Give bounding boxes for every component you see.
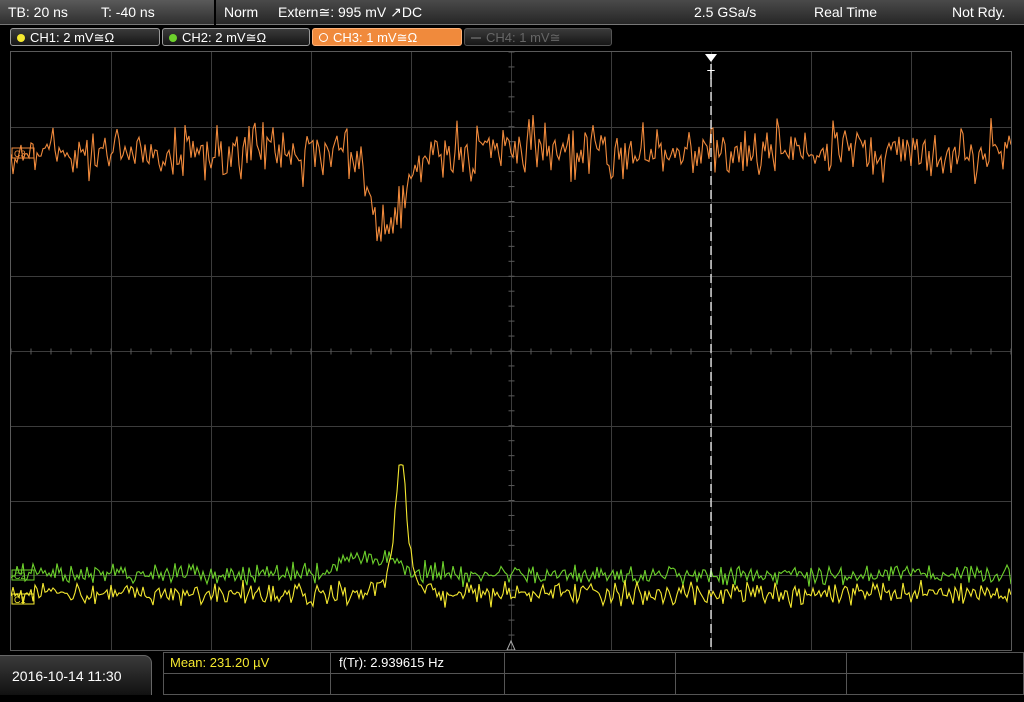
waveform-canvas: T C3 C2 C1 xyxy=(11,52,1011,650)
sample-rate: 2.5 GSa/s xyxy=(694,4,757,20)
mean-measurement[interactable]: Mean: 231.20 µV xyxy=(170,655,269,670)
measurement-grid xyxy=(163,652,1024,695)
tab-ch2[interactable]: CH2: 2 mV≅Ω xyxy=(162,28,310,46)
trigger-arrow-icon[interactable] xyxy=(705,54,717,62)
frequency-measurement[interactable]: f(Tr): 2.939615 Hz xyxy=(339,655,444,670)
ch3-label: CH3: 1 mV≅Ω xyxy=(333,30,418,45)
ch3-offset-label: C3 xyxy=(14,149,26,159)
tab-ch4[interactable]: CH4: 1 mV≅ xyxy=(464,28,612,46)
trigger-marker-label: T xyxy=(707,67,715,82)
waveform-display[interactable]: T C3 C2 C1 xyxy=(10,51,1012,651)
timebase-readout[interactable]: TB: 20 ns xyxy=(8,0,68,24)
ch1-offset-label: C1 xyxy=(14,595,26,605)
timebase-panel[interactable]: TB: 20 ns T: -40 ns xyxy=(0,0,214,25)
acquisition-mode[interactable]: Real Time xyxy=(814,0,877,24)
run-state: Not Rdy. xyxy=(952,4,1006,20)
trigger-status-panel[interactable]: Norm Extern≅: 995 mV ↗DC 2.5 GSa/s Real … xyxy=(216,0,1024,25)
ch4-indicator-icon xyxy=(471,37,481,39)
ch1-label: CH1: 2 mV≅Ω xyxy=(30,30,115,45)
datetime-panel: 2016-10-14 11:30 xyxy=(0,655,152,695)
ch4-label: CH4: 1 mV≅ xyxy=(486,30,561,45)
ch2-offset-label: C2 xyxy=(14,571,26,581)
ch3-indicator-icon xyxy=(319,33,328,42)
ch2-label: CH2: 2 mV≅Ω xyxy=(182,30,267,45)
trigger-source[interactable]: Extern≅: 995 mV ↗DC xyxy=(278,0,422,24)
trigger-mode[interactable]: Norm xyxy=(224,0,258,24)
tab-ch1[interactable]: CH1: 2 mV≅Ω xyxy=(10,28,160,46)
datetime-readout: 2016-10-14 11:30 xyxy=(12,668,122,684)
tab-ch3[interactable]: CH3: 1 mV≅Ω xyxy=(312,28,462,46)
ch1-indicator-icon xyxy=(17,34,25,42)
ch2-indicator-icon xyxy=(169,34,177,42)
trigger-time-readout[interactable]: T: -40 ns xyxy=(101,0,155,24)
measurement-bar[interactable]: Mean: 231.20 µV f(Tr): 2.939615 Hz xyxy=(163,652,1024,695)
